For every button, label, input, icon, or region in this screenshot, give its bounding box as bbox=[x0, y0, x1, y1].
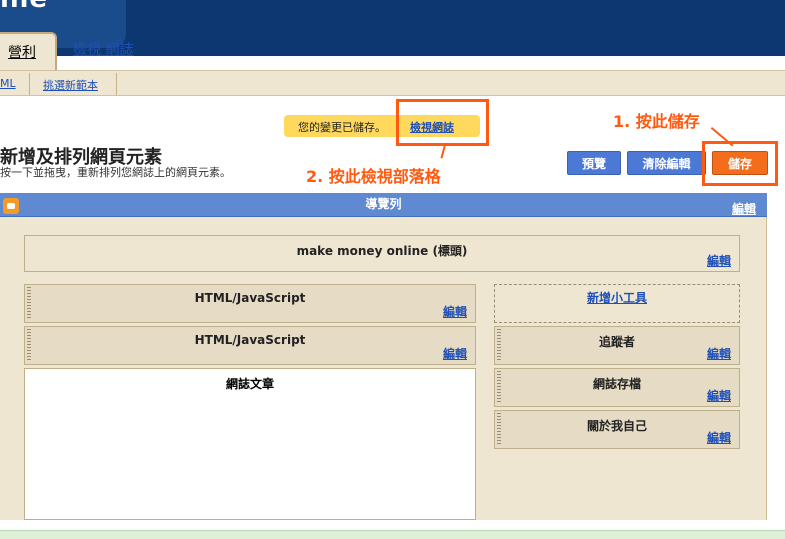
clear-edit-button[interactable]: 清除編輯 bbox=[627, 151, 706, 175]
followers-gadget[interactable]: 追蹤者 編輯 bbox=[494, 326, 740, 365]
saved-notice-message: 您的變更已儲存。 bbox=[298, 121, 386, 134]
html-javascript-gadget[interactable]: HTML/JavaScript 編輯 bbox=[24, 284, 476, 323]
subnav-item-html[interactable]: ML bbox=[0, 77, 16, 90]
gadget-edit-link[interactable]: 編輯 bbox=[707, 387, 731, 404]
preview-button[interactable]: 預覽 bbox=[567, 151, 621, 175]
gadget-title: 網誌存檔 bbox=[592, 377, 641, 391]
tab-view-blog[interactable]: 檢視 網誌 bbox=[73, 39, 133, 59]
add-gadget-area[interactable]: 新增小工具 bbox=[494, 284, 740, 323]
subnav-item-pick-template[interactable]: 挑選新範本 bbox=[43, 77, 98, 93]
page-subtitle: 按一下並拖曳，重新排列您網誌上的網頁元素。 bbox=[0, 166, 231, 179]
blog-posts-title: 網誌文章 bbox=[225, 377, 274, 391]
gadget-edit-link[interactable]: 編輯 bbox=[443, 345, 467, 362]
subnav-divider bbox=[29, 73, 30, 95]
annotation-line-2 bbox=[440, 144, 446, 159]
navbar-edit-link[interactable]: 編輯 bbox=[732, 200, 756, 217]
header-gadget[interactable]: make money online (標頭) 編輯 bbox=[24, 235, 740, 272]
save-button[interactable]: 儲存 bbox=[712, 151, 768, 175]
blog-posts-gadget[interactable]: 網誌文章 bbox=[24, 368, 476, 520]
tab-monetize-label: 營利 bbox=[8, 45, 36, 61]
gadget-title: HTML/JavaScript bbox=[194, 291, 306, 305]
navbar-title: 導覽列 bbox=[365, 197, 402, 211]
tab-monetize[interactable]: 營利 bbox=[0, 32, 57, 70]
about-me-gadget[interactable]: 關於我自己 編輯 bbox=[494, 410, 740, 449]
subnav-divider bbox=[116, 73, 117, 95]
bottom-strip bbox=[0, 530, 785, 539]
html-javascript-gadget[interactable]: HTML/JavaScript 編輯 bbox=[24, 326, 476, 365]
gadget-title: 追蹤者 bbox=[598, 335, 635, 349]
gadget-edit-link[interactable]: 編輯 bbox=[707, 429, 731, 446]
highlight-view-blog bbox=[396, 99, 489, 146]
annotation-step-1: 1. 按此儲存 bbox=[613, 112, 700, 131]
logo-text: ine bbox=[0, 0, 48, 14]
sub-navigation: ML 挑選新範本 bbox=[0, 70, 785, 96]
gadget-title: 關於我自己 bbox=[586, 419, 647, 433]
gadget-edit-link[interactable]: 編輯 bbox=[443, 303, 467, 320]
gadget-edit-link[interactable]: 編輯 bbox=[707, 345, 731, 362]
header-gadget-title: make money online (標頭) bbox=[296, 244, 468, 258]
add-gadget-link[interactable]: 新增小工具 bbox=[495, 289, 739, 306]
header-gadget-edit-link[interactable]: 編輯 bbox=[707, 252, 731, 269]
gadget-title: HTML/JavaScript bbox=[194, 333, 306, 347]
blog-archive-gadget[interactable]: 網誌存檔 編輯 bbox=[494, 368, 740, 407]
annotation-step-2: 2. 按此檢視部落格 bbox=[306, 167, 441, 186]
